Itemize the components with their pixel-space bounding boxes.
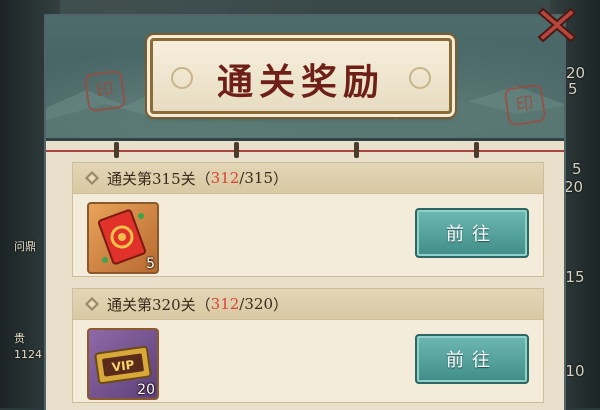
item-count: 5 [146, 256, 155, 272]
seal-stamp-icon: 印 [503, 83, 547, 127]
seal-stamp-icon: 印 [83, 69, 127, 113]
title-plate: 通关奖励 [150, 38, 452, 114]
reward-item[interactable]: VIP 20 [87, 328, 159, 400]
entry-header: 通关第320关 （ 312 /320 ） [73, 289, 543, 320]
go-button[interactable]: 前往 [415, 334, 529, 384]
entry-label: 通关第320关 [107, 295, 196, 314]
pin-icon [474, 142, 479, 158]
item-count: 20 [137, 382, 155, 398]
progress-target: /315 [239, 169, 273, 187]
pin-icon [354, 142, 359, 158]
reward-entry: 通关第315关 （ 312 /315 ） 5 前往 [72, 162, 544, 277]
progress-open: （ [195, 295, 211, 314]
background-label: 贵 [14, 332, 25, 345]
divider-rail [46, 150, 564, 152]
page-title: 通关奖励 [216, 61, 385, 103]
close-icon [537, 7, 577, 43]
background-number: 20 [564, 178, 584, 196]
reward-entry: 通关第320关 （ 312 /320 ） VIP 20 前往 [72, 288, 544, 403]
entry-body: VIP 20 前往 [73, 320, 543, 402]
diamond-bullet-icon [85, 171, 99, 185]
background-number: 5 [572, 160, 582, 178]
background-label: 问鼎 [14, 240, 36, 253]
progress-target: /320 [239, 295, 273, 313]
progress-current: 312 [210, 295, 240, 313]
background-number: 5 [568, 80, 578, 98]
reward-panel: 印 印 通关奖励 通关第315关 （ 312 /315 ） 5 前往 通关第32… [44, 14, 566, 410]
panel-header: 印 印 通关奖励 [46, 16, 564, 141]
progress-close: ） [272, 295, 288, 314]
reward-item[interactable]: 5 [87, 202, 159, 274]
progress-current: 312 [210, 169, 240, 187]
progress-close: ） [272, 169, 288, 188]
entry-label: 通关第315关 [107, 169, 196, 188]
entry-header: 通关第315关 （ 312 /315 ） [73, 163, 543, 194]
progress-open: （ [195, 169, 211, 188]
entry-body: 5 前往 [73, 194, 543, 276]
go-button[interactable]: 前往 [415, 208, 529, 258]
diamond-bullet-icon [85, 297, 99, 311]
pin-icon [114, 142, 119, 158]
background-label: 1124 [14, 348, 42, 361]
pin-icon [234, 142, 239, 158]
close-button[interactable] [530, 0, 584, 50]
